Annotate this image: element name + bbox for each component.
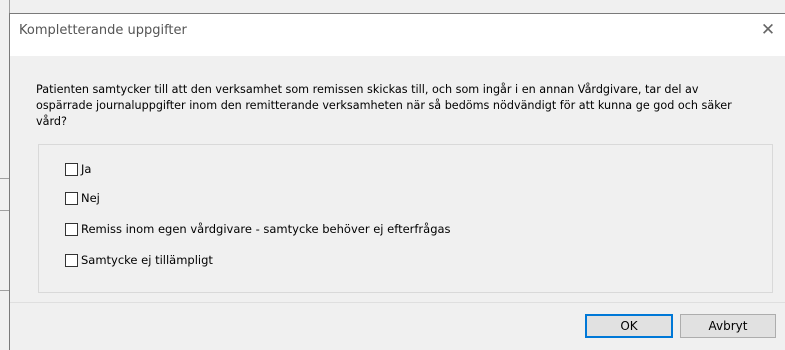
option-ja-label: Ja <box>81 162 92 176</box>
title-bar[interactable]: Kompletterande uppgifter ✕ <box>10 14 785 56</box>
option-egen-vardgivare[interactable]: Remiss inom egen vårdgivare - samtycke b… <box>65 221 451 237</box>
options-group <box>38 144 773 293</box>
option-ej-tillampligt[interactable]: Samtycke ej tillämpligt <box>65 252 213 268</box>
close-icon[interactable]: ✕ <box>757 19 779 41</box>
checkbox-egen-vardgivare[interactable] <box>65 222 78 236</box>
background-window-edge <box>0 290 9 291</box>
option-nej-label: Nej <box>81 191 100 205</box>
ok-button[interactable]: OK <box>585 314 673 338</box>
consent-question: Patienten samtycker till att den verksam… <box>36 83 732 128</box>
checkbox-ja[interactable] <box>65 162 78 176</box>
option-ja[interactable]: Ja <box>65 161 91 177</box>
checkbox-nej[interactable] <box>65 191 78 205</box>
background-window-edge <box>9 0 10 13</box>
checkbox-ej-tillampligt[interactable] <box>65 253 78 267</box>
option-egen-vardgivare-label: Remiss inom egen vårdgivare - samtycke b… <box>81 222 451 236</box>
option-nej[interactable]: Nej <box>65 190 100 206</box>
background-window-edge <box>0 210 9 211</box>
background-window-edge <box>0 178 9 179</box>
footer-divider <box>10 302 785 303</box>
dialog: Kompletterande uppgifter ✕ Patienten sam… <box>9 13 785 350</box>
option-ej-tillampligt-label: Samtycke ej tillämpligt <box>81 253 213 267</box>
cancel-button[interactable]: Avbryt <box>680 314 776 338</box>
dialog-title: Kompletterande uppgifter <box>19 23 187 38</box>
